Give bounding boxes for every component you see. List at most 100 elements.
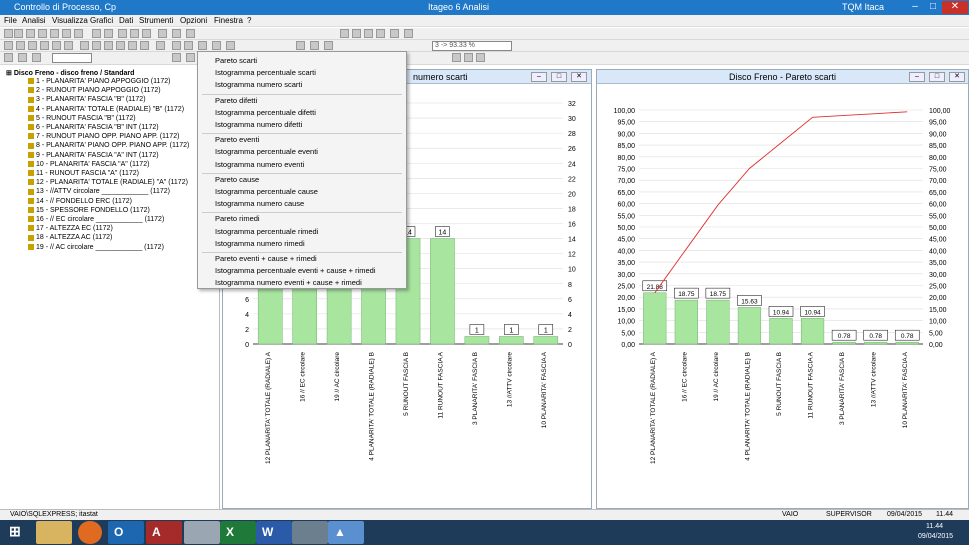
toolbar-button[interactable] [212, 41, 221, 50]
tree-item[interactable]: 8 - PLANARITA' PIANO OPP. PIANO APP. (11… [28, 142, 189, 149]
menu-dati[interactable]: Dati [119, 16, 133, 25]
toolbar-button[interactable] [50, 29, 59, 38]
tree-item[interactable]: 1 - PLANARITA' PIANO APPOGGIO (1172) [28, 78, 171, 85]
menu-item[interactable]: Pareto scarti [215, 56, 257, 65]
toolbar-button[interactable] [14, 29, 23, 38]
tree-item[interactable]: 12 - PLANARITA' TOTALE (RADIALE) "A" (11… [28, 179, 188, 186]
firefox-icon[interactable] [78, 521, 102, 544]
toolbar-button[interactable] [80, 41, 89, 50]
menu-item[interactable]: Istogramma percentuale eventi + cause + … [215, 266, 376, 275]
value-input[interactable] [52, 53, 92, 63]
menu-item[interactable]: Pareto cause [215, 175, 259, 184]
tree-item[interactable]: 4 - PLANARITA' TOTALE (RADIALE) "B" (117… [28, 106, 184, 113]
toolbar-button[interactable] [104, 29, 113, 38]
tree-item[interactable]: 10 - PLANARITA' FASCIA "A" (1172) [28, 161, 149, 168]
child-maximize-button[interactable]: □ [929, 72, 945, 82]
menu-item[interactable]: Istogramma numero rimedi [215, 239, 305, 248]
toolbar-button[interactable] [74, 29, 83, 38]
toolbar-button[interactable] [92, 29, 101, 38]
menu-visualizza[interactable]: Visualizza [52, 16, 88, 25]
toolbar-button[interactable] [4, 53, 13, 62]
toolbar-button[interactable] [28, 41, 37, 50]
child-maximize-button[interactable]: □ [551, 72, 567, 82]
outlook-icon[interactable]: O [108, 521, 144, 544]
toolbar-button[interactable] [310, 41, 319, 50]
toolbar-button[interactable] [26, 29, 35, 38]
menu-item[interactable]: Pareto rimedi [215, 214, 260, 223]
toolbar-button[interactable] [40, 41, 49, 50]
menu-opzioni[interactable]: Opzioni [180, 16, 207, 25]
menu-item[interactable]: Istogramma numero eventi + cause + rimed… [215, 278, 362, 287]
menu-analisi[interactable]: Analisi [22, 16, 46, 25]
tree-item[interactable]: 6 - PLANARITA' FASCIA "B" INT (1172) [28, 124, 159, 131]
menu-item[interactable]: Istogramma numero cause [215, 199, 304, 208]
menu-grafici[interactable]: Grafici [90, 16, 113, 25]
word-icon[interactable]: W [256, 521, 292, 544]
child-minimize-button[interactable]: – [531, 72, 547, 82]
toolbar-button[interactable] [52, 41, 61, 50]
toolbar-button[interactable] [476, 53, 485, 62]
toolbar-button[interactable] [172, 53, 181, 62]
maximize-button[interactable]: □ [924, 1, 942, 14]
toolbar-button[interactable] [142, 29, 151, 38]
toolbar-button[interactable] [140, 41, 149, 50]
toolbar-button[interactable] [452, 53, 461, 62]
toolbar-button[interactable] [128, 41, 137, 50]
toolbar-button[interactable] [38, 29, 47, 38]
menu-item[interactable]: Pareto difetti [215, 96, 257, 105]
tree-item[interactable]: 17 - ALTEZZA EC (1172) [28, 225, 113, 232]
start-button[interactable]: ⊞ [2, 521, 30, 544]
calculator-icon[interactable] [184, 521, 220, 544]
toolbar-button[interactable] [32, 53, 41, 62]
toolbar-button[interactable] [156, 41, 165, 50]
tree-item[interactable]: 14 - // FONDELLO ERC (1172) [28, 198, 132, 205]
toolbar-button[interactable] [186, 53, 195, 62]
tree-root[interactable]: ⊞ Disco Freno - disco freno / Standard [6, 69, 134, 77]
toolbar-button[interactable] [390, 29, 399, 38]
toolbar-button[interactable] [4, 29, 13, 38]
toolbar-button[interactable] [4, 41, 13, 50]
toolbar-button[interactable] [296, 41, 305, 50]
toolbar-button[interactable] [186, 29, 195, 38]
toolbar-button[interactable] [184, 41, 193, 50]
menu-item[interactable]: Istogramma percentuale eventi [215, 147, 318, 156]
toolbar-button[interactable] [158, 29, 167, 38]
menu-item[interactable]: Istogramma numero scarti [215, 80, 302, 89]
child-minimize-button[interactable]: – [909, 72, 925, 82]
tree-item[interactable]: 9 - PLANARITA' FASCIA "A" INT (1172) [28, 152, 159, 159]
tree-item[interactable]: 5 - RUNOUT FASCIA "B" (1172) [28, 115, 136, 122]
toolbar-button[interactable] [376, 29, 385, 38]
menu-help[interactable]: ? [247, 16, 251, 25]
tree-item[interactable]: 19 - // AC circolare ____________ (1172) [28, 244, 164, 251]
menu-item[interactable]: Istogramma percentuale scarti [215, 68, 316, 77]
tree-item[interactable]: 11 - RUNOUT FASCIA "A" (1172) [28, 170, 139, 177]
toolbar-button[interactable] [324, 41, 333, 50]
toolbar-button[interactable] [62, 29, 71, 38]
child-close-button[interactable]: ✕ [571, 72, 587, 82]
toolbar-button[interactable] [118, 29, 127, 38]
toolbar-button[interactable] [404, 29, 413, 38]
menu-file[interactable]: File [4, 16, 17, 25]
itageo-icon[interactable]: ▲ [328, 521, 364, 544]
toolbar-button[interactable] [464, 53, 473, 62]
toolbar-button[interactable] [18, 53, 27, 62]
toolbar-button[interactable] [226, 41, 235, 50]
excel-icon[interactable]: X [220, 521, 256, 544]
menu-item[interactable]: Pareto eventi + cause + rimedi [215, 254, 317, 263]
tree-item[interactable]: 16 - // EC circolare ____________ (1172) [28, 216, 164, 223]
menu-item[interactable]: Istogramma numero eventi [215, 160, 304, 169]
tree-item[interactable]: 3 - PLANARITA' FASCIA "B" (1172) [28, 96, 146, 103]
menu-item[interactable]: Istogramma percentuale difetti [215, 108, 316, 117]
toolbar-button[interactable] [340, 29, 349, 38]
menu-strumenti[interactable]: Strumenti [139, 16, 173, 25]
toolbar-button[interactable] [92, 41, 101, 50]
close-button[interactable]: ✕ [942, 1, 968, 14]
minimize-button[interactable]: – [906, 1, 924, 14]
toolbar-button[interactable] [172, 29, 181, 38]
tree-item[interactable]: 13 - //ATTV circolare ____________ (1172… [28, 188, 170, 195]
toolbar-button[interactable] [104, 41, 113, 50]
tree-item[interactable]: 2 - RUNOUT PIANO APPOGGIO (1172) [28, 87, 161, 94]
menu-item[interactable]: Istogramma numero difetti [215, 120, 302, 129]
paint-icon[interactable] [292, 521, 328, 544]
menu-item[interactable]: Istogramma percentuale cause [215, 187, 318, 196]
